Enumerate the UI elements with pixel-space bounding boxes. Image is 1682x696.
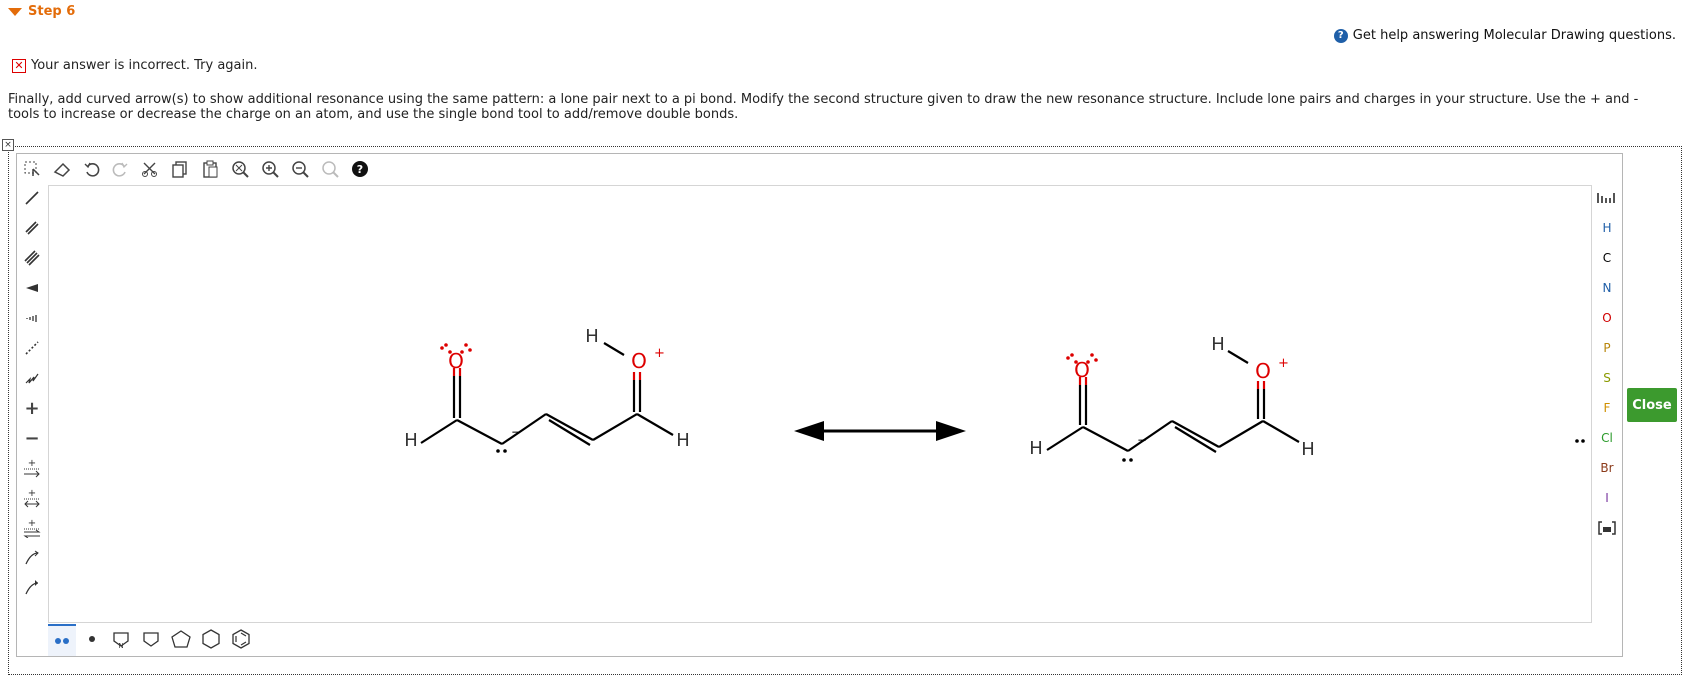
right-hydrogen-2: H	[1211, 334, 1225, 355]
right-negative-charge: −	[1137, 433, 1147, 447]
element-o[interactable]: O	[1595, 311, 1619, 325]
cyclopentane-icon[interactable]	[168, 624, 194, 654]
lone-pair-marker	[1575, 439, 1585, 443]
element-f[interactable]: F	[1595, 401, 1619, 415]
element-n[interactable]: N	[1595, 281, 1619, 295]
left-hydrogen-1: H	[404, 430, 418, 451]
periodic-table-icon[interactable]	[1595, 186, 1619, 210]
element-s[interactable]: S	[1595, 371, 1619, 385]
lone-pair-tool[interactable]	[48, 624, 76, 656]
cyclobutane-icon[interactable]	[138, 624, 164, 654]
left-structure: O O + H H H −	[404, 326, 690, 453]
left-hydrogen-3: H	[676, 430, 690, 451]
cyclohexane-icon[interactable]	[198, 624, 224, 654]
close-button[interactable]: Close	[1627, 388, 1677, 422]
radical-tool[interactable]	[80, 624, 104, 654]
molecule-drawing: O O + H H H − O O + H H H −	[404, 326, 1585, 462]
element-h[interactable]: H	[1595, 221, 1619, 235]
right-hydrogen-3: H	[1301, 439, 1315, 460]
right-oxygen-2: O	[1255, 359, 1271, 383]
right-hydrogen-1: H	[1029, 438, 1043, 459]
element-c[interactable]: C	[1595, 251, 1619, 265]
right-structure: O O + H H H −	[1029, 334, 1315, 462]
bracket-tool-icon[interactable]	[1595, 516, 1619, 540]
svg-text:N: N	[118, 642, 123, 649]
left-positive-charge: +	[654, 346, 665, 361]
ring-template-n-icon[interactable]: N	[108, 624, 134, 654]
element-cl[interactable]: Cl	[1595, 431, 1619, 445]
right-positive-charge: +	[1278, 356, 1289, 371]
left-negative-charge: −	[511, 425, 521, 439]
left-hydrogen-2: H	[585, 326, 599, 347]
element-br[interactable]: Br	[1595, 461, 1619, 475]
left-oxygen-2: O	[631, 349, 647, 373]
element-p[interactable]: P	[1595, 341, 1619, 355]
benzene-icon[interactable]	[228, 624, 254, 654]
resonance-double-arrow	[794, 421, 966, 441]
element-i[interactable]: I	[1595, 491, 1619, 505]
